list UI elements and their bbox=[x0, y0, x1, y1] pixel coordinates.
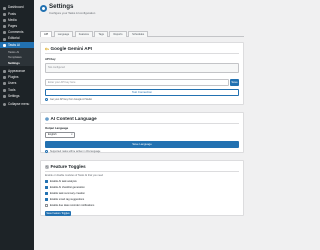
language-card-heading: AI Content Language bbox=[41, 113, 243, 121]
checkbox[interactable] bbox=[45, 191, 48, 195]
sidebar-item-settings[interactable]: Settings bbox=[0, 93, 34, 99]
api-settings-card: Google Gemini API API Key Not configured… bbox=[40, 42, 244, 105]
toggle-reminders[interactable]: Enable due date reminder notifications bbox=[41, 203, 243, 207]
chevron-down-icon: ▾ bbox=[71, 133, 73, 136]
sparkle-icon bbox=[3, 43, 6, 47]
settings-icon bbox=[3, 94, 6, 98]
user-icon bbox=[3, 82, 6, 86]
settings-tabs: API Language Features Tags Reports Sched… bbox=[40, 31, 244, 37]
calendar-icon bbox=[3, 37, 6, 41]
checklist-icon bbox=[45, 164, 49, 169]
pin-icon bbox=[3, 12, 6, 16]
language-note: Supported: tasks will be written in this… bbox=[41, 149, 243, 153]
toggle-ai-checklist[interactable]: Enable AI checklist generation bbox=[41, 185, 243, 189]
api-key-note: Get your API key from Google AI Studio bbox=[41, 98, 243, 101]
page-subtitle: Configure your Tasks AI configuration bbox=[49, 11, 96, 16]
main-content: Settings Configure your Tasks AI configu… bbox=[34, 0, 250, 250]
divider bbox=[45, 123, 239, 124]
page-icon bbox=[3, 25, 6, 29]
tab-schedules[interactable]: Schedules bbox=[128, 31, 149, 37]
checkbox[interactable] bbox=[45, 179, 48, 183]
tab-api[interactable]: API bbox=[40, 31, 53, 37]
dashboard-icon bbox=[3, 6, 6, 10]
sidebar-item-tasks-ai[interactable]: Tasks AI bbox=[0, 42, 34, 49]
checkbox[interactable] bbox=[45, 185, 48, 189]
current-api-key-field[interactable]: Not configured bbox=[45, 62, 239, 73]
tab-tags[interactable]: Tags bbox=[94, 31, 108, 37]
page-title: Settings bbox=[49, 3, 74, 10]
settings-icon bbox=[40, 5, 47, 12]
test-connection-button[interactable]: Test Connection bbox=[45, 88, 239, 96]
toggle-smart-tags[interactable]: Enable smart tag suggestions bbox=[41, 197, 243, 201]
checkbox[interactable] bbox=[45, 203, 48, 207]
tab-features[interactable]: Features bbox=[74, 31, 93, 37]
features-card-title: Feature Toggles bbox=[50, 164, 86, 169]
api-card-heading: Google Gemini API bbox=[41, 43, 243, 51]
language-card-title: AI Content Language bbox=[50, 116, 97, 121]
divider bbox=[45, 53, 239, 54]
key-icon bbox=[45, 47, 49, 50]
info-icon bbox=[45, 98, 48, 101]
submenu-item-settings[interactable]: Settings bbox=[0, 60, 34, 65]
output-language-label: Output Language bbox=[45, 126, 69, 130]
features-card-heading: Feature Toggles bbox=[41, 161, 243, 169]
page-header: Settings Configure your Tasks AI configu… bbox=[40, 3, 96, 16]
plugin-icon bbox=[3, 76, 6, 80]
wrench-icon bbox=[3, 88, 6, 92]
tab-language[interactable]: Language bbox=[53, 31, 74, 37]
api-key-label: API Key bbox=[45, 56, 56, 61]
admin-sidebar: Dashboard Posts Media Pages Comments Edi… bbox=[0, 0, 34, 250]
api-key-input[interactable]: Enter your API key here bbox=[45, 78, 229, 86]
collapse-menu-button[interactable]: Collapse menu bbox=[0, 101, 34, 107]
tasks-ai-submenu: Tasks AI Templates Settings bbox=[0, 48, 34, 67]
info-icon bbox=[45, 149, 48, 153]
tab-reports[interactable]: Reports bbox=[109, 31, 127, 37]
toggle-ai-task-analysis[interactable]: Enable AI task analysis bbox=[41, 179, 243, 183]
collapse-icon bbox=[3, 103, 6, 107]
language-settings-card: AI Content Language Output Language Engl… bbox=[40, 112, 244, 153]
features-description: Enable or disable modules of Tasks AI th… bbox=[45, 173, 104, 177]
language-select[interactable]: English ▾ bbox=[45, 131, 75, 138]
save-feature-toggles-button[interactable]: Save Feature Toggles bbox=[45, 210, 71, 216]
comment-icon bbox=[3, 31, 6, 35]
globe-icon bbox=[45, 116, 49, 121]
toggle-task-summary[interactable]: Enable task summary creation bbox=[41, 191, 243, 195]
checkbox[interactable] bbox=[45, 197, 48, 201]
divider bbox=[45, 171, 239, 172]
brush-icon bbox=[3, 70, 6, 74]
save-language-button[interactable]: Save Language bbox=[45, 140, 239, 148]
media-icon bbox=[3, 18, 6, 22]
api-card-title: Google Gemini API bbox=[50, 46, 92, 51]
save-api-key-button[interactable]: Save bbox=[230, 78, 239, 86]
feature-toggles-card: Feature Toggles Enable or disable module… bbox=[40, 160, 244, 216]
